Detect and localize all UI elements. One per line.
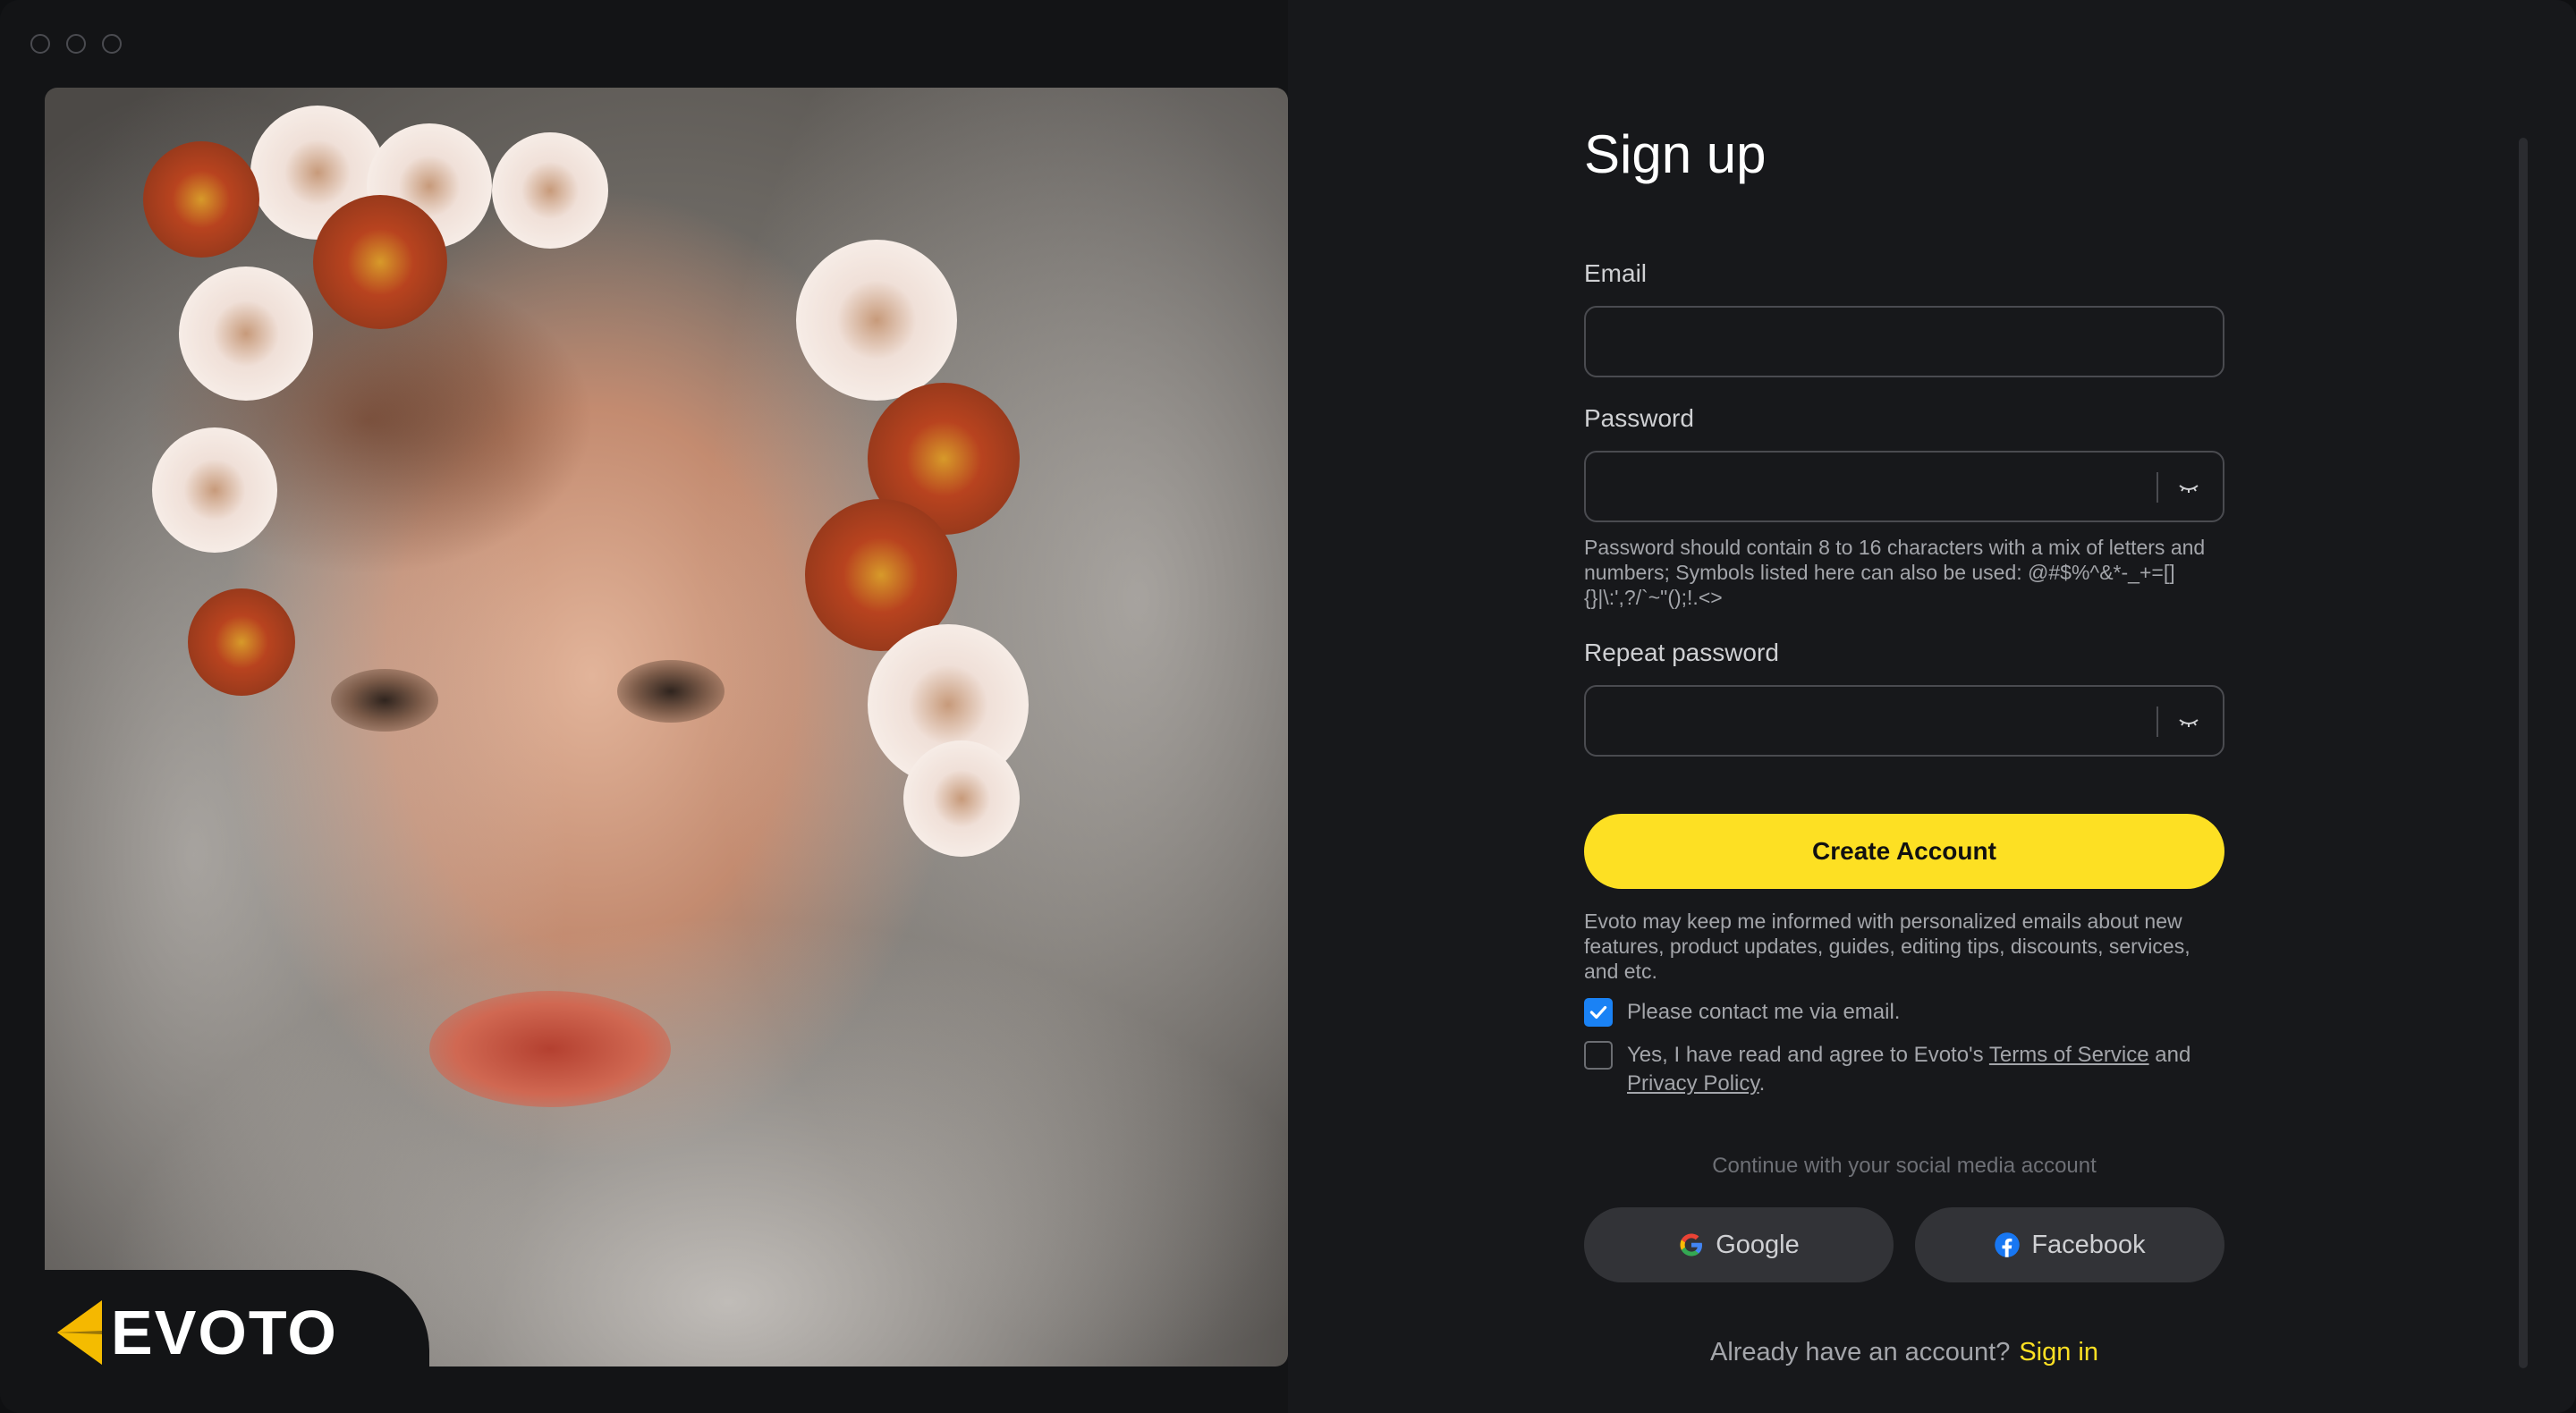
flower	[188, 588, 295, 696]
close-window-button[interactable]	[30, 34, 50, 54]
facebook-signin-button[interactable]: Facebook	[1915, 1207, 2224, 1282]
terms-of-service-link[interactable]: Terms of Service	[1989, 1043, 2149, 1067]
flower	[796, 240, 957, 401]
evoto-logo-icon	[57, 1300, 102, 1365]
divider	[2157, 472, 2158, 503]
email-field[interactable]	[1586, 308, 2223, 376]
checkmark-icon	[1589, 1005, 1607, 1020]
facebook-icon	[1995, 1232, 2021, 1257]
flower	[313, 195, 447, 329]
page-title: Sign up	[1584, 124, 1767, 184]
eye-closed-icon[interactable]	[2178, 478, 2199, 499]
terms-checkbox-row: Yes, I have read and agree to Evoto's Te…	[1584, 1041, 2217, 1098]
signin-prompt: Already have an account?	[1709, 1338, 2011, 1366]
zoom-window-button[interactable]	[102, 34, 122, 54]
password-field-box	[1584, 451, 2224, 522]
lips	[429, 991, 671, 1107]
left-eye	[331, 669, 438, 732]
consent-text: Evoto may keep me informed with personal…	[1584, 910, 2190, 983]
flower	[179, 267, 313, 401]
google-icon	[1680, 1233, 1703, 1256]
flower	[492, 132, 608, 249]
window-controls	[30, 34, 122, 54]
repeat-password-field-box	[1584, 685, 2224, 757]
terms-middle: and	[2148, 1043, 2191, 1067]
eye-closed-icon[interactable]	[2178, 712, 2199, 733]
password-label: Password	[1584, 404, 1694, 432]
create-account-button[interactable]: Create Account	[1584, 814, 2224, 889]
google-signin-button[interactable]: Google	[1584, 1207, 1894, 1282]
terms-suffix: .	[1758, 1071, 1766, 1096]
terms-prefix: Yes, I have read and agree to Evoto's	[1627, 1043, 1989, 1067]
brand-logo: EVOTO	[57, 1297, 338, 1368]
signin-row: Already have an account? Sign in	[1584, 1338, 2224, 1367]
terms-checkbox[interactable]	[1584, 1041, 1613, 1070]
signin-link[interactable]: Sign in	[2019, 1338, 2098, 1366]
minimize-window-button[interactable]	[66, 34, 86, 54]
terms-text: Yes, I have read and agree to Evoto's Te…	[1627, 1041, 2217, 1098]
hero-photo	[45, 88, 1288, 1366]
privacy-policy-link[interactable]: Privacy Policy	[1627, 1071, 1759, 1096]
facebook-button-label: Facebook	[2031, 1230, 2146, 1259]
social-caption: Continue with your social media account	[1712, 1154, 2097, 1178]
flower	[903, 740, 1020, 857]
google-button-label: Google	[1716, 1230, 1800, 1259]
flower	[143, 141, 259, 258]
email-field-box	[1584, 306, 2224, 377]
app-window: EVOTO Sign up Email Password Password sh…	[0, 0, 2576, 1413]
scrollbar[interactable]	[2519, 138, 2528, 1368]
right-eye	[617, 660, 724, 723]
contact-checkbox-label: Please contact me via email.	[1627, 1000, 1901, 1024]
contact-checkbox-row: Please contact me via email.	[1584, 998, 1900, 1027]
hero-pane: EVOTO	[0, 0, 1288, 1413]
repeat-password-label: Repeat password	[1584, 639, 1779, 666]
contact-checkbox[interactable]	[1584, 998, 1613, 1027]
email-label: Email	[1584, 259, 1648, 287]
flower	[152, 427, 277, 553]
divider	[2157, 706, 2158, 737]
repeat-password-field[interactable]	[1586, 687, 2140, 755]
password-field[interactable]	[1586, 453, 2140, 520]
password-hint: Password should contain 8 to 16 characte…	[1584, 536, 2206, 609]
brand-name: EVOTO	[111, 1298, 338, 1367]
